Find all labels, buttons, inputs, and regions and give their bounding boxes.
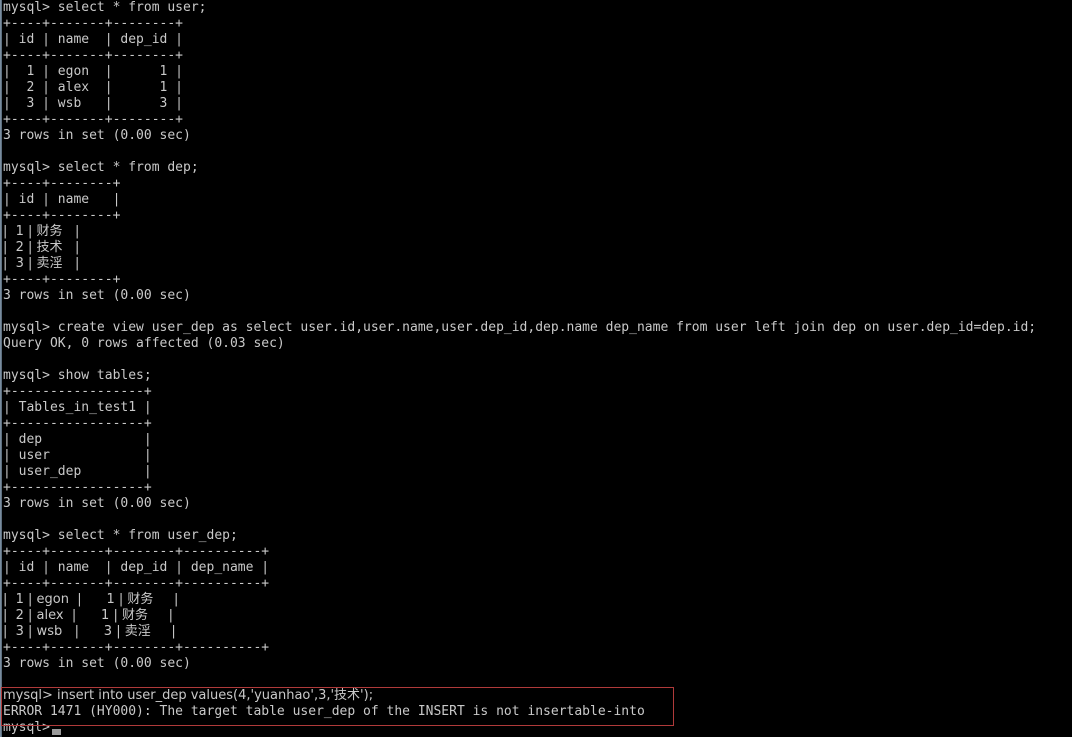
- terminal-line: | 1 | egon | 1 | 财务 |: [3, 592, 179, 607]
- terminal-line: +----+-------+--------+----------+: [3, 640, 270, 655]
- terminal-line-error-message: ERROR 1471 (HY000): The target table use…: [3, 704, 645, 719]
- text-cursor: [52, 729, 61, 735]
- terminal-line: | user |: [3, 448, 152, 463]
- terminal-line: | id | name |: [3, 192, 121, 207]
- terminal-line: +----+--------+: [3, 176, 121, 191]
- terminal-line: | id | name | dep_id |: [3, 32, 184, 47]
- terminal-line: 3 rows in set (0.00 sec): [3, 656, 191, 671]
- terminal-line: +-----------------+: [3, 416, 152, 431]
- terminal-line: mysql> select * from dep;: [3, 160, 199, 175]
- terminal-line: | 1 | egon | 1 |: [3, 64, 184, 79]
- terminal-line: mysql> show tables;: [3, 368, 152, 383]
- terminal-line: | Tables_in_test1 |: [3, 400, 152, 415]
- terminal-line: | 2 | alex | 1 |: [3, 80, 184, 95]
- terminal-line: | 3 | wsb | 3 | 卖淫 |: [3, 624, 176, 639]
- terminal-line: | 3 | 卖淫 |: [3, 256, 80, 271]
- terminal-line: 3 rows in set (0.00 sec): [3, 288, 191, 303]
- terminal-line: +----+-------+--------+----------+: [3, 544, 270, 559]
- terminal-line: +----+-------+--------+----------+: [3, 576, 270, 591]
- terminal-prompt-line[interactable]: mysql>: [3, 720, 1072, 736]
- terminal-line: | 2 | alex | 1 | 财务 |: [3, 608, 173, 623]
- terminal-line-insert-command: mysql> insert into user_dep values(4,'yu…: [3, 688, 374, 703]
- terminal-line: | dep |: [3, 432, 152, 447]
- terminal-line: | 2 | 技术 |: [3, 240, 80, 255]
- terminal-line: +-----------------+: [3, 480, 152, 495]
- terminal-line: +----+-------+--------+: [3, 112, 184, 127]
- terminal-line: Query OK, 0 rows affected (0.03 sec): [3, 336, 285, 351]
- terminal-line: mysql> select * from user_dep;: [3, 528, 238, 543]
- terminal-line-create-view: mysql> create view user_dep as select us…: [3, 320, 1037, 335]
- terminal-line: mysql> select * from user;: [3, 0, 207, 15]
- terminal-line: | 1 | 财务 |: [3, 224, 80, 239]
- terminal-window[interactable]: mysql> select * from user; +----+-------…: [0, 0, 1072, 737]
- terminal-output[interactable]: mysql> select * from user; +----+-------…: [3, 0, 1072, 737]
- terminal-line: 3 rows in set (0.00 sec): [3, 496, 191, 511]
- terminal-line: +----+-------+--------+: [3, 48, 184, 63]
- terminal-line: +----+--------+: [3, 272, 121, 287]
- terminal-line: +----+--------+: [3, 208, 121, 223]
- terminal-line: 3 rows in set (0.00 sec): [3, 128, 191, 143]
- terminal-line: +-----------------+: [3, 384, 152, 399]
- terminal-line: | id | name | dep_id | dep_name |: [3, 560, 270, 575]
- terminal-line: | 3 | wsb | 3 |: [3, 96, 184, 111]
- window-left-edge: [0, 0, 2, 737]
- terminal-line: | user_dep |: [3, 464, 152, 479]
- terminal-line: +----+-------+--------+: [3, 16, 184, 31]
